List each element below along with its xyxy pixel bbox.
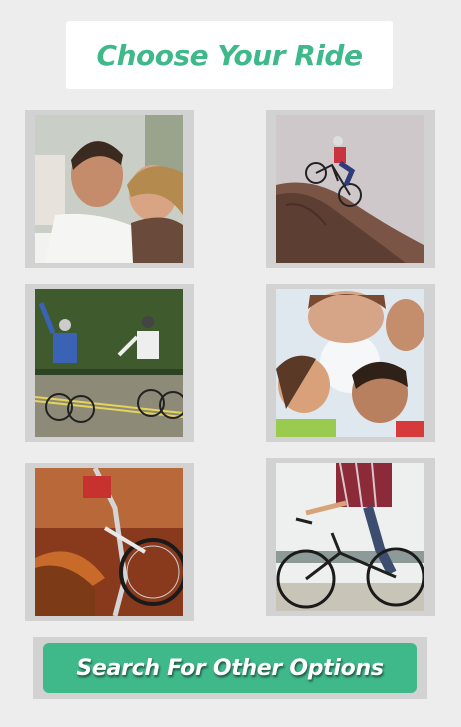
couple-photo: [35, 115, 183, 263]
ride-option-family[interactable]: [266, 284, 435, 442]
ride-option-road[interactable]: [25, 284, 194, 442]
title-card: Choose Your Ride: [66, 21, 393, 89]
road-cyclists-photo: [35, 289, 183, 437]
ride-option-couple[interactable]: [25, 110, 194, 268]
page-title: Choose Your Ride: [96, 38, 363, 72]
ride-option-mountain[interactable]: [266, 110, 435, 268]
search-button-frame: Search For Other Options: [33, 637, 427, 699]
mountain-biker-photo: [276, 115, 424, 263]
search-other-options-button[interactable]: Search For Other Options: [43, 643, 417, 693]
dirt-bike-photo: [35, 468, 183, 616]
city-bike-photo: [276, 463, 424, 611]
kids-circle-photo: [276, 289, 424, 437]
ride-option-dirt[interactable]: [25, 463, 194, 621]
ride-option-city[interactable]: [266, 458, 435, 616]
